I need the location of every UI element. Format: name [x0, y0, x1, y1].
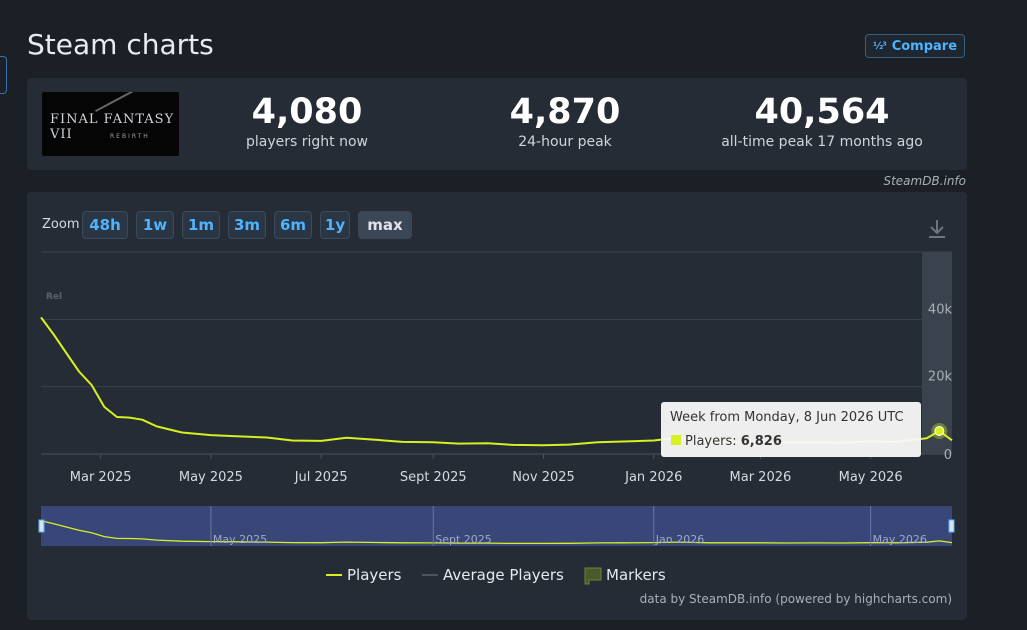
navigator-label: May 2025	[213, 533, 267, 546]
compare-label: Compare	[891, 38, 958, 54]
navigator-label: Sept 2025	[435, 533, 492, 546]
stat-24h-peak: 4,870 24-hour peak	[493, 92, 637, 150]
player-chart[interactable]: Rel 0 20k 40k Mar 2025 May 2025 Jul 2025 Sept…	[27, 192, 967, 620]
x-tick-label: Jul 2025	[294, 470, 348, 485]
y-tick-label: 40k	[928, 302, 953, 317]
x-tick-label: Nov 2025	[512, 470, 575, 485]
tooltip: Week from Monday, 8 Jun 2026 UTC Players…	[661, 402, 921, 457]
compare-icon: ½³	[872, 40, 887, 52]
y-tick-label: 0	[944, 448, 952, 463]
tooltip-series-label: Players:	[685, 434, 737, 449]
tooltip-title: Week from Monday, 8 Jun 2026 UTC	[670, 410, 904, 425]
x-tick-label: Mar 2026	[730, 470, 792, 485]
legend-item-average[interactable]: Average Players	[422, 566, 564, 584]
x-tick-label: Sept 2025	[400, 470, 467, 485]
x-tick-label: Mar 2025	[70, 470, 132, 485]
stat-players-now: 4,080 players right now	[239, 92, 375, 150]
navigator-right-handle[interactable]	[948, 519, 955, 533]
players-now-value: 4,080	[251, 92, 363, 132]
legend-average-label: Average Players	[443, 566, 564, 584]
navigator-window	[41, 506, 952, 546]
x-tick-label: Jan 2026	[624, 470, 682, 485]
x-tick-label: May 2025	[179, 470, 243, 485]
tooltip-series-swatch	[671, 435, 681, 445]
steamdb-credit[interactable]: SteamDB.info	[883, 174, 966, 188]
tooltip-value-line: Players: 6,826	[685, 434, 782, 449]
chart-legend: Players Average Players Markers	[326, 566, 666, 585]
side-panel-handle[interactable]	[0, 56, 7, 94]
tooltip-value: 6,826	[741, 434, 782, 449]
all-time-peak-value: 40,564	[754, 92, 890, 132]
navigator-label: May 2026	[873, 533, 927, 546]
navigator-label: Jan 2026	[655, 533, 704, 546]
x-tick-label: May 2026	[839, 470, 903, 485]
chart-panel: Zoom 48h 1w 1m 3m 6m 1y max Rel 0 20k 40k Mar 20…	[27, 192, 967, 620]
x-axis: Mar 2025 May 2025 Jul 2025 Sept 2025 Nov 202…	[70, 454, 903, 485]
markers-flag-icon	[584, 567, 602, 585]
chart-corner-label: Rel	[46, 292, 62, 302]
navigator[interactable]: May 2025 Sept 2025 Jan 2026 May 2026	[38, 506, 955, 546]
data-credit[interactable]: data by SteamDB.info (powered by highcha…	[640, 592, 952, 606]
logo-sword-mark	[95, 92, 149, 112]
game-thumbnail[interactable]: FINAL FANTASY VII REBIRTH	[42, 92, 179, 156]
stat-all-time-peak: 40,564 all-time peak 17 months ago	[719, 92, 925, 150]
compare-button[interactable]: ½³ Compare	[865, 34, 965, 58]
game-logo-subtitle: REBIRTH	[110, 133, 150, 140]
y-tick-label: 20k	[928, 370, 953, 385]
page-title: Steam charts	[27, 28, 214, 61]
legend-players-label: Players	[347, 566, 402, 584]
highlight-point	[934, 426, 945, 437]
legend-item-players[interactable]: Players	[326, 566, 402, 584]
legend-markers-label: Markers	[606, 566, 666, 584]
peak-24h-value: 4,870	[509, 92, 621, 132]
all-time-peak-label: all-time peak 17 months ago	[721, 134, 923, 150]
stats-panel: FINAL FANTASY VII REBIRTH 4,080 players …	[27, 78, 967, 170]
legend-item-markers[interactable]: Markers	[584, 566, 666, 585]
players-now-label: players right now	[246, 134, 368, 150]
navigator-left-handle[interactable]	[38, 519, 45, 533]
peak-24h-label: 24-hour peak	[518, 134, 612, 150]
